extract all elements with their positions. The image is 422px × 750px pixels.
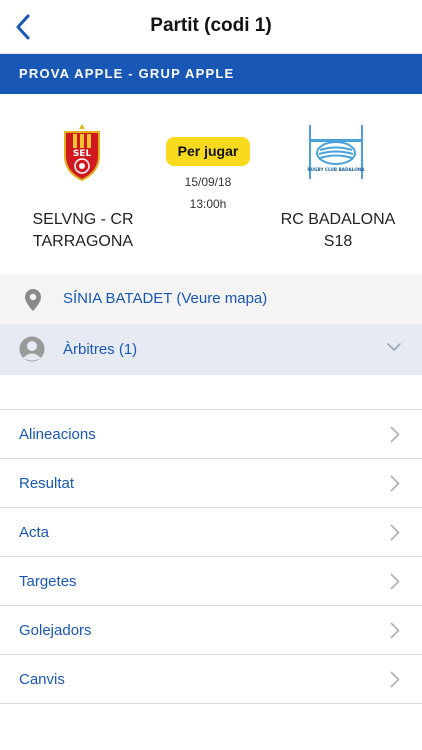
chevron-right-icon: [390, 671, 400, 688]
away-team-crest-icon: RUGBY CLUB BADALONA: [307, 125, 365, 179]
menu-item-acta[interactable]: Acta: [0, 508, 422, 557]
home-team-name-line1: SELVNG - CR: [32, 211, 134, 228]
competition-banner: PROVA APPLE - GRUP APPLE: [0, 54, 422, 94]
away-logo-text: RUGBY CLUB BADALONA: [307, 167, 365, 172]
home-logo-text: SEL: [73, 149, 92, 159]
menu-item-label: Canvis: [19, 671, 65, 688]
menu-item-label: Golejadors: [19, 622, 92, 639]
menu-item-alineacions[interactable]: Alineacions: [0, 410, 422, 459]
match-time: 13:00h: [189, 197, 227, 211]
match-menu: Alineacions Resultat Acta Targetes Golej…: [0, 410, 422, 704]
away-team-name-line2: S18: [323, 233, 353, 250]
home-team-crest-icon: SEL: [64, 124, 100, 182]
away-team-name-line1: RC BADALONA: [280, 211, 396, 228]
chevron-right-icon: [390, 524, 400, 541]
home-team-logo: SEL: [57, 122, 107, 182]
menu-item-label: Resultat: [19, 475, 75, 492]
referees-row[interactable]: Àrbitres (1): [0, 324, 422, 375]
match-status-badge: Per jugar: [166, 137, 250, 166]
menu-item-label: Acta: [19, 524, 50, 541]
navigation-bar: Partit (codi 1): [0, 0, 422, 54]
chevron-right-icon: [390, 475, 400, 492]
chevron-down-icon[interactable]: [387, 342, 401, 352]
section-spacer: [0, 375, 422, 410]
menu-item-resultat[interactable]: Resultat: [0, 459, 422, 508]
match-date: 15/09/18: [184, 175, 232, 189]
chevron-right-icon: [390, 622, 400, 639]
away-team-name: RC BADALONA S18: [270, 209, 406, 253]
menu-item-canvis[interactable]: Canvis: [0, 655, 422, 704]
menu-item-targetes[interactable]: Targetes: [0, 557, 422, 606]
chevron-right-icon: [390, 573, 400, 590]
venue-map-link[interactable]: SÍNIA BATADET (Veure mapa): [63, 290, 267, 307]
home-team-name-line2: TARRAGONA: [32, 233, 134, 250]
bottom-spacer: [0, 704, 422, 750]
menu-item-label: Targetes: [19, 573, 77, 590]
match-card: SEL Per jugar 15/09/18 13:00h RUGBY CLUB…: [0, 94, 422, 274]
page-title: Partit (codi 1): [150, 15, 272, 36]
away-team-logo: RUGBY CLUB BADALONA: [306, 123, 366, 181]
home-team-name: SELVNG - CR TARRAGONA: [18, 209, 148, 253]
location-pin-icon: [25, 289, 41, 311]
menu-item-golejadors[interactable]: Golejadors: [0, 606, 422, 655]
chevron-right-icon: [390, 426, 400, 443]
user-avatar-icon: [19, 336, 45, 362]
referees-label: Àrbitres (1): [63, 341, 138, 358]
menu-item-label: Alineacions: [19, 426, 96, 443]
venue-row[interactable]: SÍNIA BATADET (Veure mapa): [0, 274, 422, 324]
